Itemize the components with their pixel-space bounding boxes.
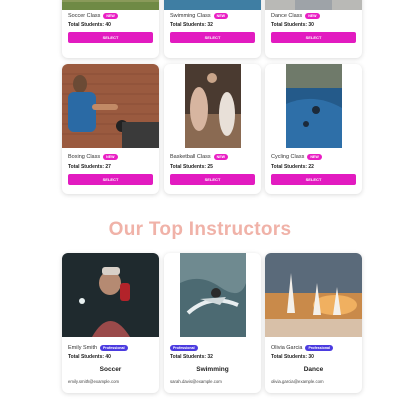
total-students: Total Students: 32: [170, 354, 213, 361]
new-badge: NEW: [103, 13, 118, 20]
class-name: Cycling Class: [271, 154, 305, 161]
professional-badge: Professional: [100, 345, 128, 352]
class-card-soccer: Soccer Class NEW Total Students: 40 SELE…: [62, 0, 159, 58]
total-students: Total Students: 22: [271, 164, 314, 171]
new-badge: NEW: [305, 13, 320, 20]
cycling-class-photo: [285, 64, 342, 148]
total-students: Total Students: 27: [68, 164, 111, 171]
class-name: Soccer Class: [68, 13, 101, 20]
new-badge: NEW: [213, 154, 229, 161]
class-card-dance: Dance Class NEW Total Students: 30 SELEC…: [265, 0, 362, 58]
total-students: Total Students: 32: [170, 22, 213, 29]
instructor-photo: [179, 253, 246, 337]
instructor-photo: [265, 253, 362, 337]
instructor-sport: Soccer: [99, 366, 122, 374]
instructors-heading: Our Top Instructors: [108, 219, 292, 240]
instructor-card-soccer: Emily Smith Professional Total Students:…: [62, 253, 159, 393]
select-button[interactable]: SELECT: [68, 32, 153, 44]
class-name: Basketball Class: [170, 154, 211, 161]
select-button[interactable]: SELECT: [68, 174, 153, 186]
class-name: Boxing Class: [68, 154, 101, 161]
basketball-class-photo: [184, 64, 241, 148]
instructor-sport: Dance: [303, 366, 324, 374]
new-badge: NEW: [213, 13, 229, 20]
professional-badge: Professional: [305, 345, 334, 352]
total-students: Total Students: 40: [68, 354, 111, 361]
instructor-email[interactable]: sarah.davis@example.com: [170, 379, 255, 384]
class-card-cycling: Cycling Class NEW Total Students: 22 SEL…: [265, 64, 362, 194]
class-name: Dance Class: [271, 13, 303, 20]
total-students: Total Students: 30: [271, 354, 314, 361]
select-button[interactable]: SELECT: [170, 32, 255, 44]
instructor-email[interactable]: olivia.garcia@example.com: [271, 379, 356, 384]
class-card-boxing: Boxing Class NEW Total Students: 27 SELE…: [62, 64, 159, 194]
class-name: Swimming Class: [170, 13, 211, 20]
total-students: Total Students: 30: [271, 22, 314, 29]
total-students: Total Students: 25: [170, 164, 213, 171]
select-button[interactable]: SELECT: [170, 174, 255, 186]
select-button[interactable]: SELECT: [271, 32, 356, 44]
professional-badge: Professional: [170, 345, 198, 352]
total-students: Total Students: 40: [68, 22, 111, 29]
boxing-class-photo: [62, 64, 159, 148]
instructor-card-swimming: Professional Total Students: 32 Swimming…: [164, 253, 261, 393]
new-badge: NEW: [103, 154, 118, 161]
soccer-class-photo: [62, 0, 159, 10]
new-badge: NEW: [307, 154, 322, 161]
dance-class-photo: [265, 0, 362, 10]
instructor-name: Emily Smith: [68, 345, 98, 352]
class-card-basketball: Basketball Class NEW Total Students: 25 …: [164, 64, 261, 194]
select-button[interactable]: SELECT: [271, 174, 356, 186]
swimming-class-photo: [164, 0, 261, 10]
instructor-email[interactable]: emily.smith@example.com: [68, 379, 153, 384]
instructor-photo: [62, 253, 159, 337]
instructor-sport: Swimming: [196, 366, 229, 374]
instructor-name: Olivia Garcia: [271, 345, 303, 352]
instructor-card-dance: Olivia Garcia Professional Total Student…: [265, 253, 362, 393]
class-card-swimming: Swimming Class NEW Total Students: 32 SE…: [164, 0, 261, 58]
